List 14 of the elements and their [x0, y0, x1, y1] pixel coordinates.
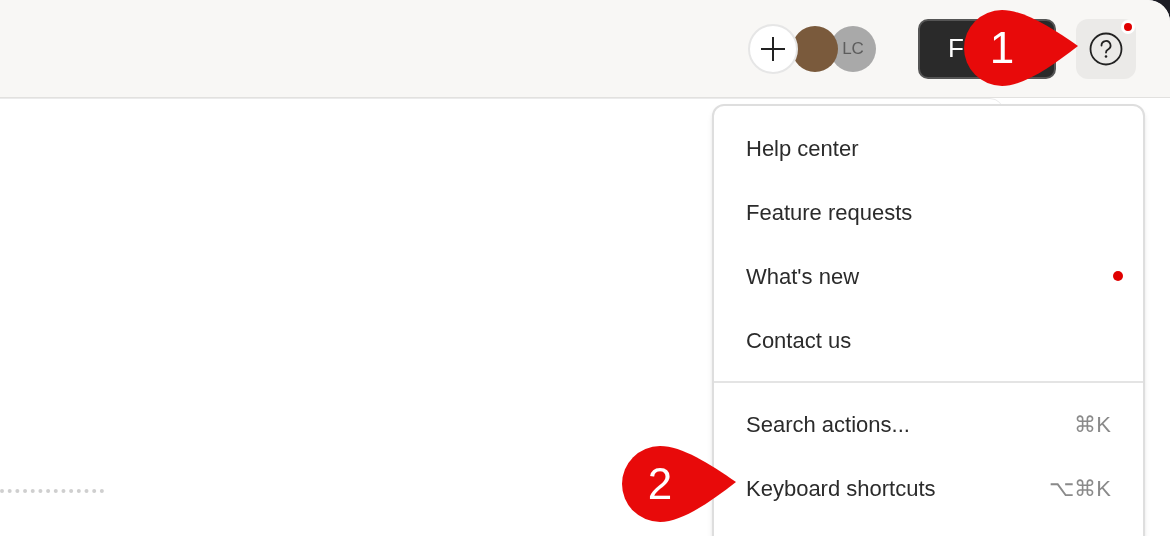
step-callout-tooltip: 1 — [962, 8, 1080, 88]
help-button[interactable] — [1076, 18, 1136, 79]
keyboard-shortcut: ⌥⌘K — [1049, 474, 1111, 503]
menu-item[interactable]: Contact us — [714, 308, 1143, 372]
keyboard-shortcut: ⌘K — [1074, 410, 1111, 439]
add-button[interactable] — [748, 23, 798, 74]
menu-item[interactable]: Feature requests — [714, 180, 1143, 244]
menu-item-label: Keyboard shortcuts — [746, 474, 936, 503]
menu-item[interactable]: Help center — [714, 116, 1143, 180]
menu-item-label: What's new — [746, 262, 860, 291]
step-callout-tooltip: 2 — [620, 444, 738, 524]
menu-item-label: Search actions... — [746, 410, 910, 439]
help-icon — [1089, 31, 1123, 66]
plus-icon — [760, 35, 786, 62]
